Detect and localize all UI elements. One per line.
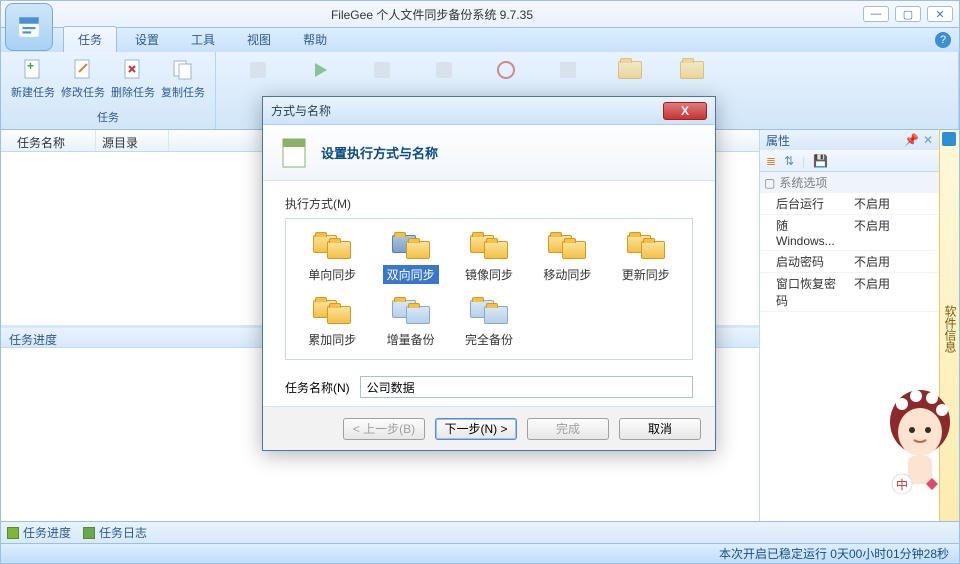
dialog-title: 方式与名称 xyxy=(271,102,331,119)
svg-text:+: + xyxy=(27,59,34,73)
dialog-banner-text: 设置执行方式与名称 xyxy=(321,143,438,162)
property-row[interactable]: 启动密码不启用 xyxy=(760,251,939,273)
maximize-button[interactable]: ▢ xyxy=(895,6,921,22)
opt-incremental-backup[interactable]: 增量备份 xyxy=(374,296,446,351)
opt-oneway-sync[interactable]: 单向同步 xyxy=(296,231,368,286)
properties-toolbar: ≣ ⇅ | 💾 xyxy=(760,150,939,172)
dialog-banner-icon xyxy=(281,137,309,169)
opt-mirror-sync[interactable]: 镜像同步 xyxy=(453,231,525,286)
ribbon-group-label: 任务 xyxy=(9,109,207,125)
tab-tasks[interactable]: 任务 xyxy=(63,26,117,52)
opt-twoway-sync[interactable]: 双向同步 xyxy=(374,231,446,286)
bottom-tabs: 任务进度 任务日志 xyxy=(0,522,960,544)
dialog-method-and-name: 方式与名称 X 设置执行方式与名称 执行方式(M) 单向同步 双向同步 镜像同步… xyxy=(262,96,716,451)
list-view-icon[interactable]: ≣ xyxy=(766,154,776,168)
tab-help[interactable]: 帮助 xyxy=(289,27,341,52)
property-row[interactable]: 随Windows...不启用 xyxy=(760,215,939,251)
window-title: FileGee 个人文件同步备份系统 9.7.35 xyxy=(1,6,863,23)
property-row[interactable]: 窗口恢复密码不启用 xyxy=(760,273,939,312)
app-icon[interactable] xyxy=(5,3,53,51)
minimize-button[interactable]: — xyxy=(863,6,889,22)
opt-update-sync[interactable]: 更新同步 xyxy=(610,231,682,286)
help-icon[interactable]: ? xyxy=(935,32,951,48)
edit-task-icon xyxy=(71,58,95,82)
sort-icon[interactable]: ⇅ xyxy=(784,154,794,168)
mascot-character[interactable]: 中 xyxy=(880,382,960,502)
opt-accumulate-sync[interactable]: 累加同步 xyxy=(296,296,368,351)
prev-button: < 上一步(B) xyxy=(343,418,425,440)
new-task-icon: + xyxy=(21,58,45,82)
new-task-button[interactable]: + 新建任务 xyxy=(9,56,57,109)
copy-task-icon xyxy=(171,58,195,82)
tab-view[interactable]: 视图 xyxy=(233,27,285,52)
menubar: 任务 设置 工具 视图 帮助 ? xyxy=(0,28,960,52)
property-row[interactable]: 后台运行不启用 xyxy=(760,193,939,215)
method-options: 单向同步 双向同步 镜像同步 移动同步 更新同步 累加同步 增量备份 完全备份 xyxy=(285,218,693,360)
save-icon[interactable]: 💾 xyxy=(813,154,828,168)
pin-icon[interactable]: 📌 xyxy=(904,133,919,147)
svg-text:中: 中 xyxy=(896,477,908,492)
method-label: 执行方式(M) xyxy=(285,195,693,212)
tab-settings[interactable]: 设置 xyxy=(121,27,173,52)
bottom-tab-progress[interactable]: 任务进度 xyxy=(7,524,71,541)
dialog-close-button[interactable]: X xyxy=(663,102,707,120)
task-name-input[interactable] xyxy=(360,376,693,398)
task-name-label: 任务名称(N) xyxy=(285,379,350,396)
titlebar: FileGee 个人文件同步备份系统 9.7.35 — ▢ ✕ xyxy=(0,0,960,28)
edit-task-button[interactable]: 修改任务 xyxy=(59,56,107,109)
finish-button: 完成 xyxy=(527,418,609,440)
next-button[interactable]: 下一步(N) > xyxy=(435,418,517,440)
bottom-tab-log[interactable]: 任务日志 xyxy=(83,524,147,541)
delete-task-button[interactable]: 删除任务 xyxy=(109,56,157,109)
opt-full-backup[interactable]: 完全备份 xyxy=(453,296,525,351)
close-panel-icon[interactable]: ✕ xyxy=(923,133,933,147)
property-group[interactable]: ▢系统选项 xyxy=(760,172,939,193)
copy-task-button[interactable]: 复制任务 xyxy=(159,56,207,109)
delete-task-icon xyxy=(121,58,145,82)
col-task-name[interactable]: 任务名称 xyxy=(11,130,96,151)
status-text: 本次开启已稳定运行 0天00小时01分钟28秒 xyxy=(719,545,949,562)
properties-title: 属性 xyxy=(766,132,790,149)
tab-tools[interactable]: 工具 xyxy=(177,27,229,52)
col-source-dir[interactable]: 源目录 xyxy=(96,130,169,151)
close-button[interactable]: ✕ xyxy=(927,6,953,22)
cancel-button[interactable]: 取消 xyxy=(619,418,701,440)
opt-move-sync[interactable]: 移动同步 xyxy=(531,231,603,286)
statusbar: 本次开启已稳定运行 0天00小时01分钟28秒 xyxy=(0,544,960,564)
